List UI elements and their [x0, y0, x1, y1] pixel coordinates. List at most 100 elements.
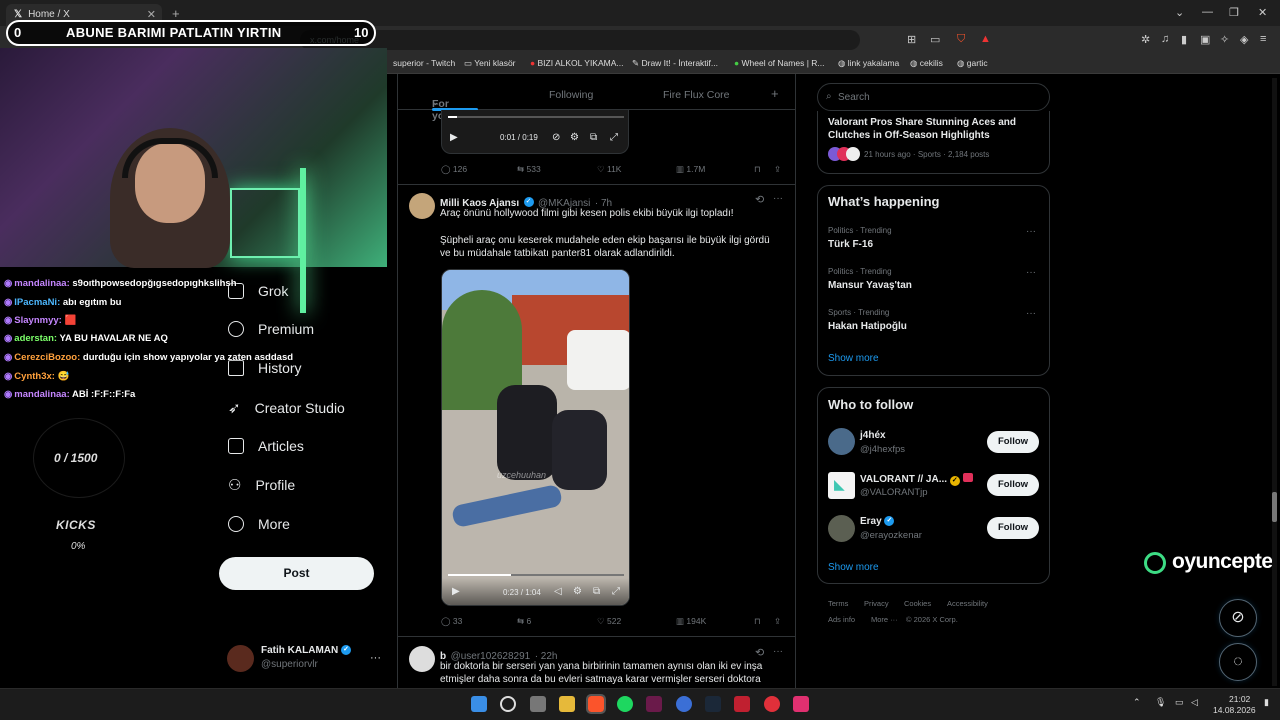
- brave-icon[interactable]: [586, 694, 606, 714]
- taskbar-search-icon[interactable]: [500, 696, 516, 712]
- app-icon[interactable]: [646, 696, 662, 712]
- tweet-avatar[interactable]: [409, 646, 435, 672]
- app-icon[interactable]: [676, 696, 692, 712]
- account-avatar[interactable]: [227, 645, 254, 672]
- tab-search-icon[interactable]: ⌄: [1175, 6, 1184, 19]
- like-button[interactable]: ♡ 522: [597, 616, 621, 627]
- chat-username[interactable]: IPacmaNi:: [14, 297, 60, 308]
- nav-premium[interactable]: Premium: [228, 321, 314, 337]
- grok-explain-icon[interactable]: ⟲: [755, 193, 764, 206]
- trend-title[interactable]: Mansur Yavaş'tan: [828, 280, 912, 291]
- menu-icon[interactable]: ≡: [1260, 33, 1266, 45]
- mic-icon[interactable]: 🎙: [1155, 697, 1166, 708]
- scrollbar[interactable]: [1272, 78, 1277, 686]
- wallet-icon[interactable]: ▣: [1200, 33, 1210, 46]
- views-button[interactable]: ▥ 194K: [676, 616, 706, 627]
- bookmark-item[interactable]: ◍ cekilis: [910, 58, 943, 69]
- play-icon[interactable]: ▶: [450, 132, 458, 143]
- bookmark-item[interactable]: ● BIZI ALKOL YIKAMA...: [530, 58, 623, 68]
- follow-name[interactable]: Eray ✓: [860, 516, 895, 527]
- follow-button[interactable]: Follow: [987, 474, 1039, 496]
- grok-fab-icon[interactable]: ⊘: [1219, 599, 1257, 637]
- footer-cookies[interactable]: Cookies: [904, 599, 931, 608]
- chat-username[interactable]: Slaynmyy:: [14, 315, 62, 326]
- vpn-icon[interactable]: ◈: [1240, 33, 1248, 46]
- nav-more[interactable]: More: [228, 516, 290, 532]
- tab-fire-flux-core[interactable]: Fire Flux Core: [663, 89, 730, 101]
- like-button[interactable]: ♡ 11K: [597, 164, 621, 175]
- spotify-icon[interactable]: [617, 696, 633, 712]
- chat-username[interactable]: aderstan:: [14, 333, 57, 344]
- repost-button[interactable]: ⇆ 533: [517, 164, 541, 175]
- footer-accessibility[interactable]: Accessibility: [947, 599, 988, 608]
- new-tab-button[interactable]: +: [172, 6, 180, 21]
- follow-avatar[interactable]: [828, 428, 855, 455]
- nav-grok[interactable]: Grok: [228, 283, 288, 299]
- media-icon[interactable]: ♫: [1161, 33, 1169, 45]
- tab-following[interactable]: Following: [549, 89, 593, 101]
- previous-video-player[interactable]: ▶ 0:01 / 0:19 ⊘ ⚙ ⧉ ⤢: [441, 110, 629, 154]
- file-explorer-icon[interactable]: [559, 696, 575, 712]
- tweet-avatar[interactable]: [409, 193, 435, 219]
- notification-icon[interactable]: ▮: [1264, 697, 1269, 708]
- pip-icon[interactable]: ⧉: [590, 132, 597, 143]
- grok-explain-icon[interactable]: ⟲: [755, 646, 764, 659]
- nav-profile[interactable]: ⚇ Profile: [228, 476, 295, 494]
- bookmark-item[interactable]: superior - Twitch: [393, 58, 455, 68]
- messages-fab-icon[interactable]: ◌: [1219, 643, 1257, 681]
- valorant-app-icon[interactable]: [793, 696, 809, 712]
- footer-privacy[interactable]: Privacy: [864, 599, 889, 608]
- account-switcher[interactable]: Fatih KALAMAN ✓: [261, 645, 351, 656]
- search-input[interactable]: ⌕ Search: [817, 83, 1050, 111]
- play-icon[interactable]: ▶: [452, 586, 460, 597]
- close-window-button[interactable]: ✕: [1258, 6, 1267, 19]
- maximize-button[interactable]: ❐: [1229, 6, 1239, 19]
- settings-icon[interactable]: ⚙: [570, 132, 579, 143]
- tweet-video[interactable]: uzcehuuhan ▶ 0:23 / 1:04 ◁ ⚙ ⧉ ⤢: [441, 269, 630, 606]
- trend-title[interactable]: Hakan Hatipoğlu: [828, 321, 907, 332]
- nav-articles[interactable]: Articles: [228, 438, 304, 454]
- repost-button[interactable]: ⇆ 6: [517, 616, 531, 627]
- show-more-follow[interactable]: Show more: [828, 562, 879, 573]
- chat-username[interactable]: mandalinaa:: [14, 389, 69, 400]
- volume-icon[interactable]: ◁: [554, 586, 562, 597]
- sidebar-icon[interactable]: ▮: [1181, 33, 1187, 46]
- brave-rewards-icon[interactable]: ▲: [980, 33, 991, 45]
- chat-username[interactable]: mandalinaa:: [14, 278, 69, 289]
- clock-date[interactable]: 14.08.2026: [1213, 705, 1256, 715]
- footer-more[interactable]: More ···: [871, 615, 898, 624]
- windows-start-icon[interactable]: [471, 696, 487, 712]
- trend-more-icon[interactable]: ···: [1026, 226, 1036, 237]
- fullscreen-icon[interactable]: ⤢: [612, 586, 620, 597]
- bookmark-item[interactable]: ◍ gartic: [957, 58, 988, 69]
- top-story-title[interactable]: Clutches in Off-Season Highlights: [828, 130, 990, 141]
- app-icon[interactable]: [734, 696, 750, 712]
- minimize-button[interactable]: —: [1202, 6, 1213, 18]
- bookmark-tweet-icon[interactable]: ⊓: [754, 616, 761, 627]
- mute-icon[interactable]: ⊘: [552, 132, 560, 143]
- share-icon[interactable]: ⇪: [774, 616, 781, 627]
- task-view-icon[interactable]: [530, 696, 546, 712]
- footer-ads-info[interactable]: Ads info: [828, 615, 855, 624]
- extensions-icon[interactable]: ✲: [1141, 33, 1150, 46]
- network-icon[interactable]: ▭: [1175, 697, 1184, 708]
- bookmark-item[interactable]: ✎ Draw It! - İnteraktif...: [632, 58, 718, 69]
- video-progress-track[interactable]: [448, 116, 624, 118]
- app-icon[interactable]: [764, 696, 780, 712]
- settings-icon[interactable]: ⚙: [573, 586, 582, 597]
- share-icon[interactable]: ⇪: [774, 164, 781, 175]
- leo-icon[interactable]: ✧: [1220, 33, 1229, 46]
- pip-icon[interactable]: ⧉: [593, 586, 600, 597]
- reply-button[interactable]: ◯ 33: [441, 616, 462, 627]
- tweet-more-icon[interactable]: ···: [773, 646, 783, 657]
- follow-name[interactable]: VALORANT // JA... ✓: [860, 473, 973, 486]
- clock-time[interactable]: 21:02: [1229, 694, 1250, 704]
- chat-username[interactable]: Cynth3x:: [14, 371, 55, 382]
- fullscreen-icon[interactable]: ⤢: [610, 132, 618, 143]
- video-progress-track[interactable]: [448, 574, 624, 576]
- bookmark-tweet-icon[interactable]: ⊓: [754, 164, 761, 175]
- bookmark-item[interactable]: ◍ link yakalama: [838, 58, 899, 69]
- trend-more-icon[interactable]: ···: [1026, 308, 1036, 319]
- tweet-more-icon[interactable]: ···: [773, 193, 783, 204]
- follow-name[interactable]: j4héx: [860, 430, 886, 441]
